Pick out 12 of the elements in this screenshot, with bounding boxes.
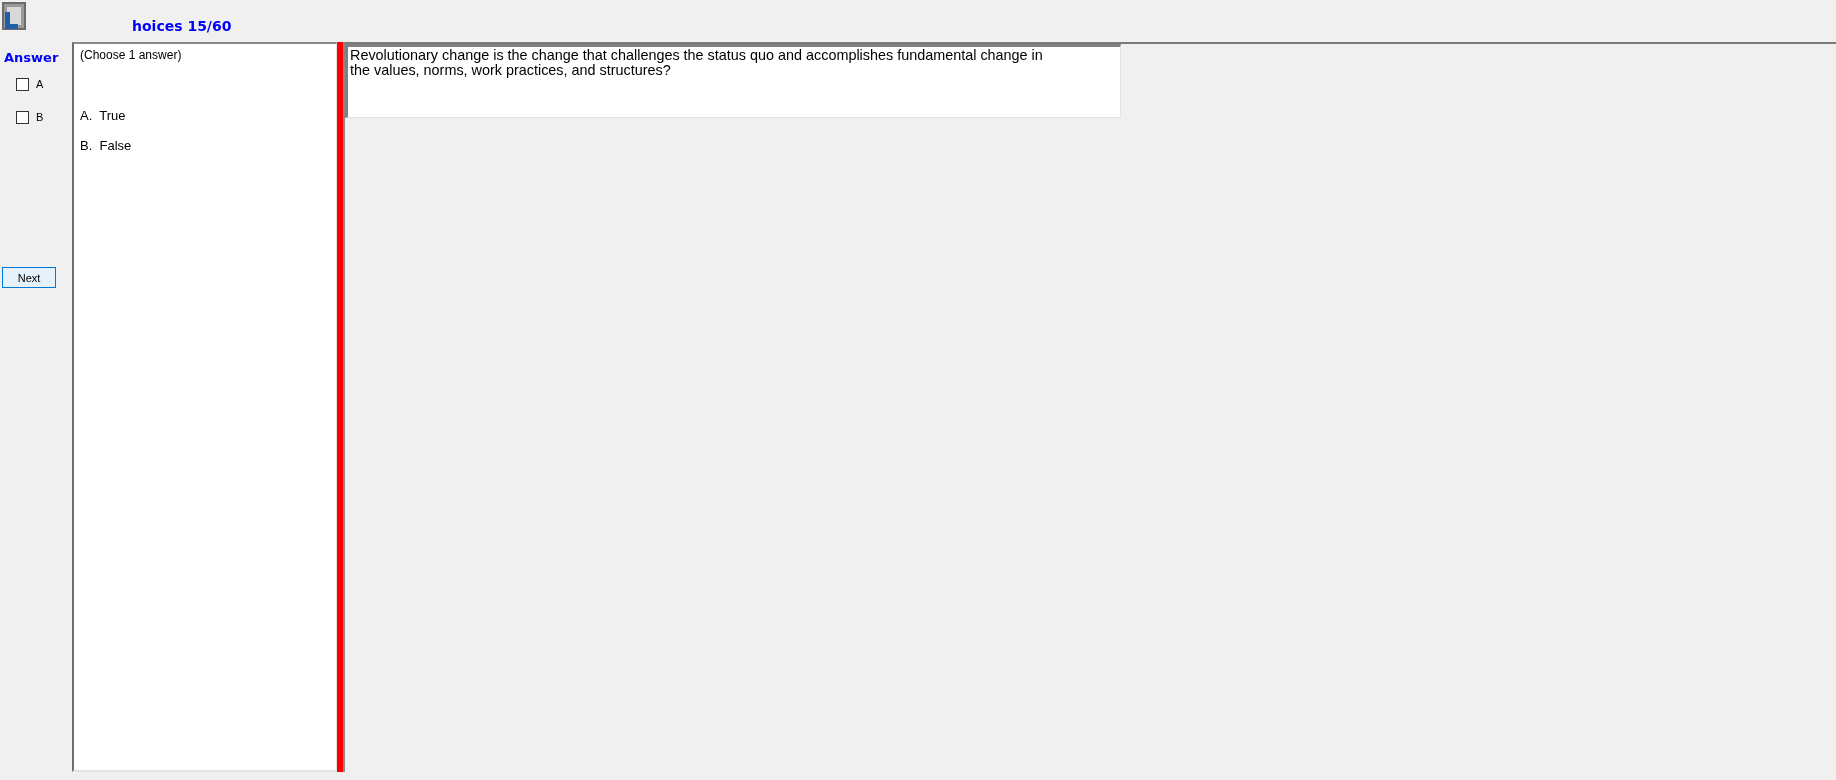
question-text: Revolutionary change is the change that challenges the status quo and accomplishes fundamental change in the values, norms, work practices, and structures? bbox=[349, 47, 1044, 78]
answer-checkbox[interactable] bbox=[16, 111, 29, 124]
checkbox-label: B bbox=[36, 111, 44, 124]
instruction-text: (Choose 1 answer) bbox=[80, 48, 183, 62]
checkbox-label: A bbox=[36, 78, 44, 91]
answer-checkbox[interactable] bbox=[16, 78, 29, 91]
window-title: hoices 15/60 bbox=[132, 17, 232, 36]
answer-option: B. False bbox=[80, 138, 336, 153]
answer-option: A. True bbox=[80, 108, 336, 123]
answer-label: Answer bbox=[4, 50, 60, 66]
next-button[interactable]: Next bbox=[2, 267, 56, 288]
app-icon bbox=[2, 2, 26, 30]
